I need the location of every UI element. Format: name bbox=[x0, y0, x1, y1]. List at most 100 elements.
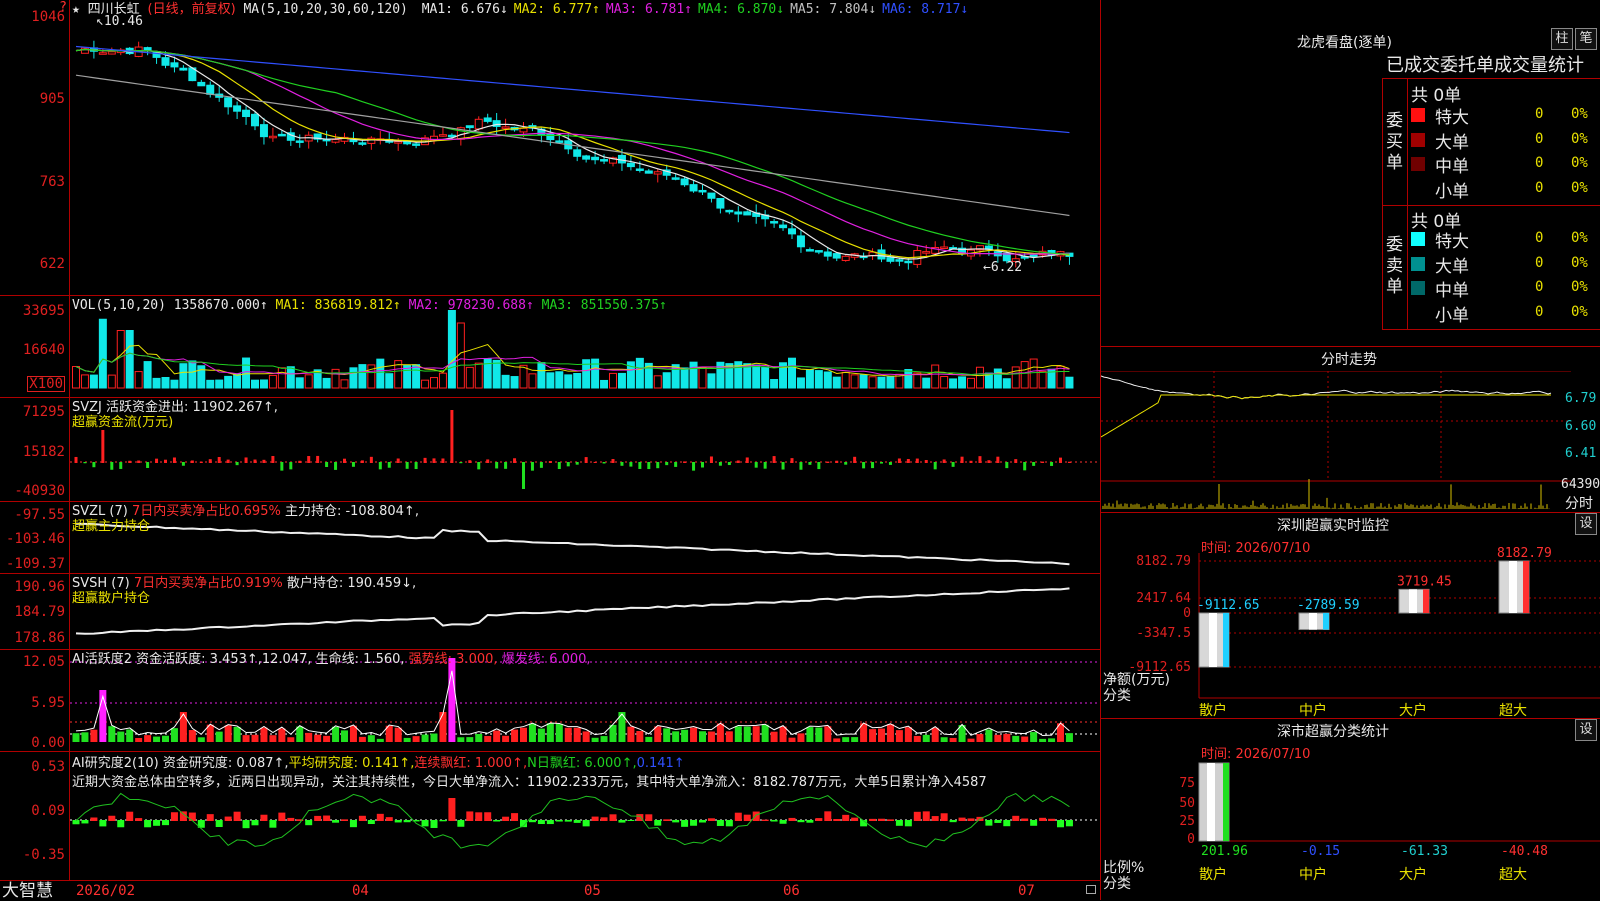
tick-mode-button[interactable]: 笔 bbox=[1575, 28, 1597, 50]
research-bar bbox=[904, 820, 912, 827]
ai-research-pane[interactable]: 0.53 0.09 -0.35 AI研究度2(10) 资金研究度: 0.087↑… bbox=[0, 752, 1100, 880]
activity-bar bbox=[904, 727, 912, 742]
research-bar bbox=[1048, 818, 1056, 821]
ma-value: MA2: 6.777↑ bbox=[513, 2, 600, 17]
price-pane[interactable]: 1046 905 763 622 ? ★ 四川长虹 (日线，前复权) MA(5,… bbox=[0, 0, 1100, 296]
activity-bar bbox=[170, 728, 178, 742]
lhb-row-pct: 0% bbox=[1571, 303, 1588, 320]
svsh-pane[interactable]: 190.96 184.79 178.86 SVSH (7) 7日内买卖净占比0.… bbox=[0, 574, 1100, 650]
flow-bar bbox=[942, 459, 946, 463]
svzj-y-axis: 71295 15182 -40930 bbox=[0, 398, 70, 501]
activity-bar bbox=[153, 736, 161, 742]
flow-bar bbox=[513, 458, 517, 463]
ai-research-header: AI研究度2(10) 资金研究度: 0.087↑,平均研究度: 0.141↑,连… bbox=[72, 754, 987, 792]
activity-bar bbox=[707, 731, 715, 742]
volume-bar bbox=[859, 374, 868, 389]
ai-active-pane[interactable]: 12.05 5.95 0.00 AI活跃度2 资金活跃度: 3.453↑,12.… bbox=[0, 650, 1100, 752]
lhb-tabs[interactable]: 已成交委托单成交量统计 bbox=[1386, 54, 1584, 78]
lhb-row-pct: 0% bbox=[1571, 254, 1588, 271]
intraday-chart[interactable] bbox=[1101, 371, 1571, 511]
candle-body bbox=[412, 143, 421, 146]
research-bar bbox=[332, 820, 340, 823]
class-category: 散户 bbox=[1199, 866, 1227, 883]
candle-body bbox=[349, 139, 358, 143]
volume-bar bbox=[143, 361, 152, 389]
sz-class-panel[interactable]: 深市超赢分类统计 设 时间: 2026/07/10 75 50 25 0 201.96 散… bbox=[1100, 718, 1600, 900]
activity-bar bbox=[1065, 733, 1073, 742]
research-bar bbox=[1057, 820, 1064, 828]
activity-bar bbox=[493, 730, 501, 742]
lhb-row-count: 0 bbox=[1535, 279, 1544, 295]
ma-line bbox=[75, 48, 1070, 255]
activity-bar bbox=[573, 727, 581, 742]
flow-bar bbox=[960, 456, 964, 463]
class-value: -40.48 bbox=[1501, 844, 1548, 859]
lhb-row-name: 特大 bbox=[1435, 232, 1469, 252]
research-bar bbox=[430, 820, 438, 828]
volume-bar bbox=[537, 362, 546, 389]
candle-body bbox=[295, 140, 304, 143]
volume-bar bbox=[788, 357, 796, 389]
lhb-row-pct: 0% bbox=[1571, 179, 1588, 196]
sz-monitor-panel[interactable]: 深圳超赢实时监控 设 时间: 2026/07/10 8182.79 2417.64… bbox=[1100, 512, 1600, 719]
candle-body bbox=[841, 255, 850, 261]
activity-bar bbox=[126, 729, 134, 742]
vol-tick: 16640 bbox=[22, 342, 65, 358]
flow-bar bbox=[343, 458, 346, 463]
activity-bar bbox=[994, 734, 1002, 742]
volume-bar bbox=[662, 372, 671, 389]
volume-bar bbox=[564, 374, 573, 389]
flow-bar bbox=[253, 459, 257, 463]
svsh-ratio: 7日内买卖净占比0.919% bbox=[133, 576, 283, 591]
flow-bar bbox=[155, 458, 159, 463]
flow-bar bbox=[235, 462, 239, 466]
star-icon[interactable]: ★ bbox=[72, 2, 80, 17]
activity-bar bbox=[269, 735, 277, 742]
candle-body bbox=[734, 211, 743, 215]
svzj-tick: -40930 bbox=[14, 483, 65, 499]
monitor-value: 8182.79 bbox=[1497, 546, 1552, 561]
class-category: 超大 bbox=[1499, 867, 1527, 883]
flow-bar bbox=[1059, 457, 1062, 463]
lock-icon[interactable] bbox=[1086, 885, 1096, 894]
volume-bar bbox=[555, 371, 564, 389]
volume-bar bbox=[949, 378, 958, 389]
flow-bar bbox=[298, 460, 302, 463]
volume-bar bbox=[421, 379, 430, 389]
intraday-panel[interactable]: 分时走势 6.79 6.60 6.41 64390 分时 bbox=[1100, 346, 1600, 512]
research-bar bbox=[815, 818, 823, 821]
candle-body bbox=[394, 141, 403, 144]
research-bar bbox=[627, 820, 635, 822]
ai-research-tick: 0.09 bbox=[31, 803, 65, 819]
activity-bar bbox=[341, 730, 348, 742]
question-icon[interactable]: ? bbox=[59, 0, 67, 15]
volume-bar bbox=[922, 377, 931, 389]
app-name[interactable]: 大智慧 bbox=[2, 881, 53, 901]
volume-pane[interactable]: 33695 16640 X100 VOL(5,10,20) 1358670.00… bbox=[0, 296, 1100, 398]
flow-bar bbox=[190, 460, 194, 463]
candlestick-chart[interactable] bbox=[70, 0, 1100, 296]
bar-mode-button[interactable]: 柱 bbox=[1551, 28, 1573, 50]
volume-bar bbox=[850, 374, 859, 389]
class-category: 中户 bbox=[1299, 866, 1327, 883]
flow-bar bbox=[1014, 459, 1018, 463]
research-bar bbox=[985, 820, 993, 826]
svzl-pane[interactable]: -97.55 -103.46 -109.37 SVZL (7) 7日内买卖净占比… bbox=[0, 502, 1100, 574]
flow-bar bbox=[701, 462, 704, 468]
volume-bar bbox=[1020, 361, 1029, 389]
period-label[interactable]: (日线，前复权) bbox=[148, 2, 236, 17]
volume-bar bbox=[152, 377, 161, 389]
research-bar bbox=[940, 813, 948, 821]
flow-bar bbox=[1067, 461, 1071, 463]
ma-value: MA5: 7.804↓ bbox=[790, 2, 877, 17]
ai-active-y-axis: 12.05 5.95 0.00 bbox=[0, 650, 70, 751]
intraday-title: 分时走势 bbox=[1321, 352, 1377, 368]
ma-line bbox=[75, 48, 1070, 255]
flow-bar bbox=[495, 462, 499, 469]
activity-bar bbox=[278, 728, 286, 742]
flow-bar bbox=[638, 462, 642, 469]
svzj-pane[interactable]: 71295 15182 -40930 SVZJ 活跃资金进出: 11902.26… bbox=[0, 398, 1100, 502]
activity-bar bbox=[663, 728, 671, 742]
volume-bar bbox=[277, 367, 286, 389]
volume-bar bbox=[1056, 365, 1065, 389]
